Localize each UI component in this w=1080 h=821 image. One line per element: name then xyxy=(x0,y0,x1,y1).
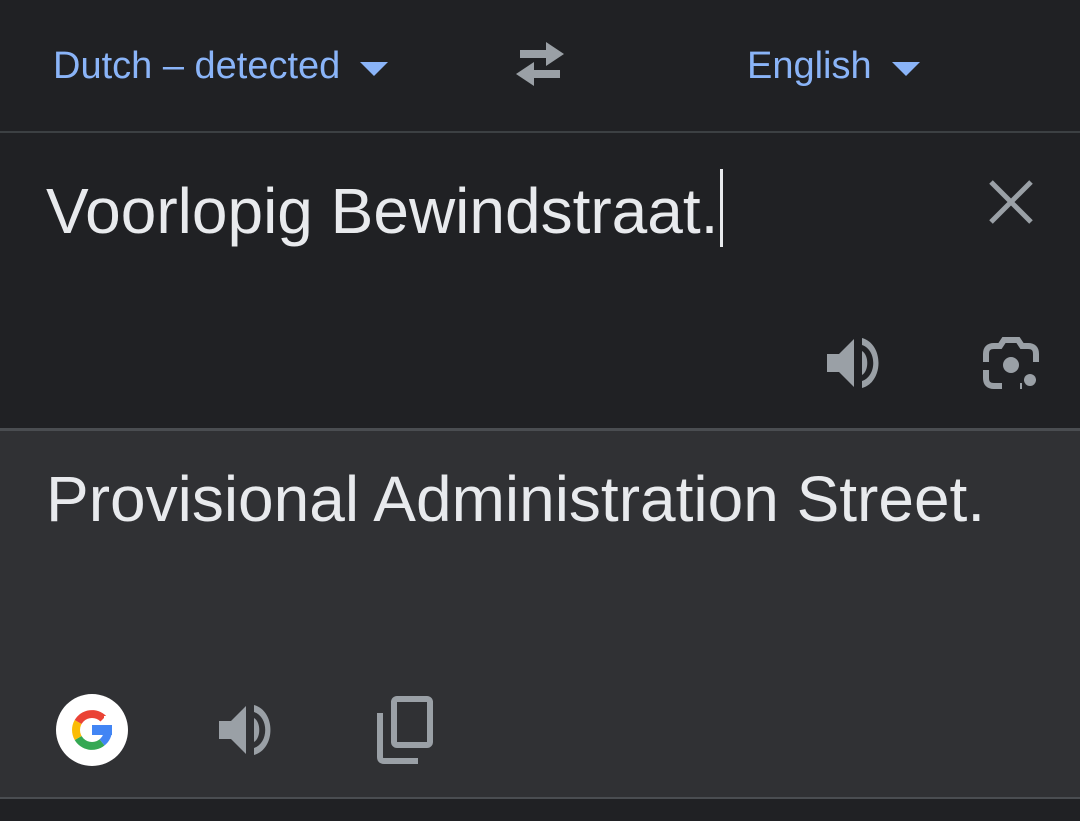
bottom-strip xyxy=(0,799,1080,821)
copy-translation-button[interactable] xyxy=(370,695,436,765)
google-button[interactable] xyxy=(56,694,128,766)
language-bar: Dutch – detected English xyxy=(0,0,1080,131)
listen-source-button[interactable] xyxy=(822,330,888,396)
copy-icon xyxy=(377,696,433,764)
caret-down-icon xyxy=(360,62,389,76)
swap-arrows-icon xyxy=(516,42,564,86)
target-language-label: English xyxy=(747,44,872,87)
source-language-selector[interactable]: Dutch – detected xyxy=(53,38,389,94)
close-icon xyxy=(989,180,1033,224)
source-input-panel: Voorlopig Bewindstraat. xyxy=(0,133,1080,428)
clear-input-button[interactable] xyxy=(982,173,1040,231)
source-language-label: Dutch – detected xyxy=(53,44,341,87)
target-language-selector[interactable]: English xyxy=(747,38,920,94)
camera-lens-icon xyxy=(983,337,1039,389)
swap-languages-button[interactable] xyxy=(506,36,574,92)
listen-translation-button[interactable] xyxy=(214,697,280,763)
source-text: Voorlopig Bewindstraat. xyxy=(46,175,719,247)
volume-icon xyxy=(827,338,879,388)
volume-icon xyxy=(219,705,271,755)
camera-translate-button[interactable] xyxy=(978,330,1044,396)
translated-text: Provisional Administration Street. xyxy=(46,463,986,535)
translation-output-panel: Provisional Administration Street. xyxy=(0,431,1080,797)
text-cursor xyxy=(720,169,724,247)
google-g-icon xyxy=(72,710,114,750)
caret-down-icon xyxy=(891,62,920,76)
source-text-input[interactable]: Voorlopig Bewindstraat. xyxy=(46,169,724,251)
